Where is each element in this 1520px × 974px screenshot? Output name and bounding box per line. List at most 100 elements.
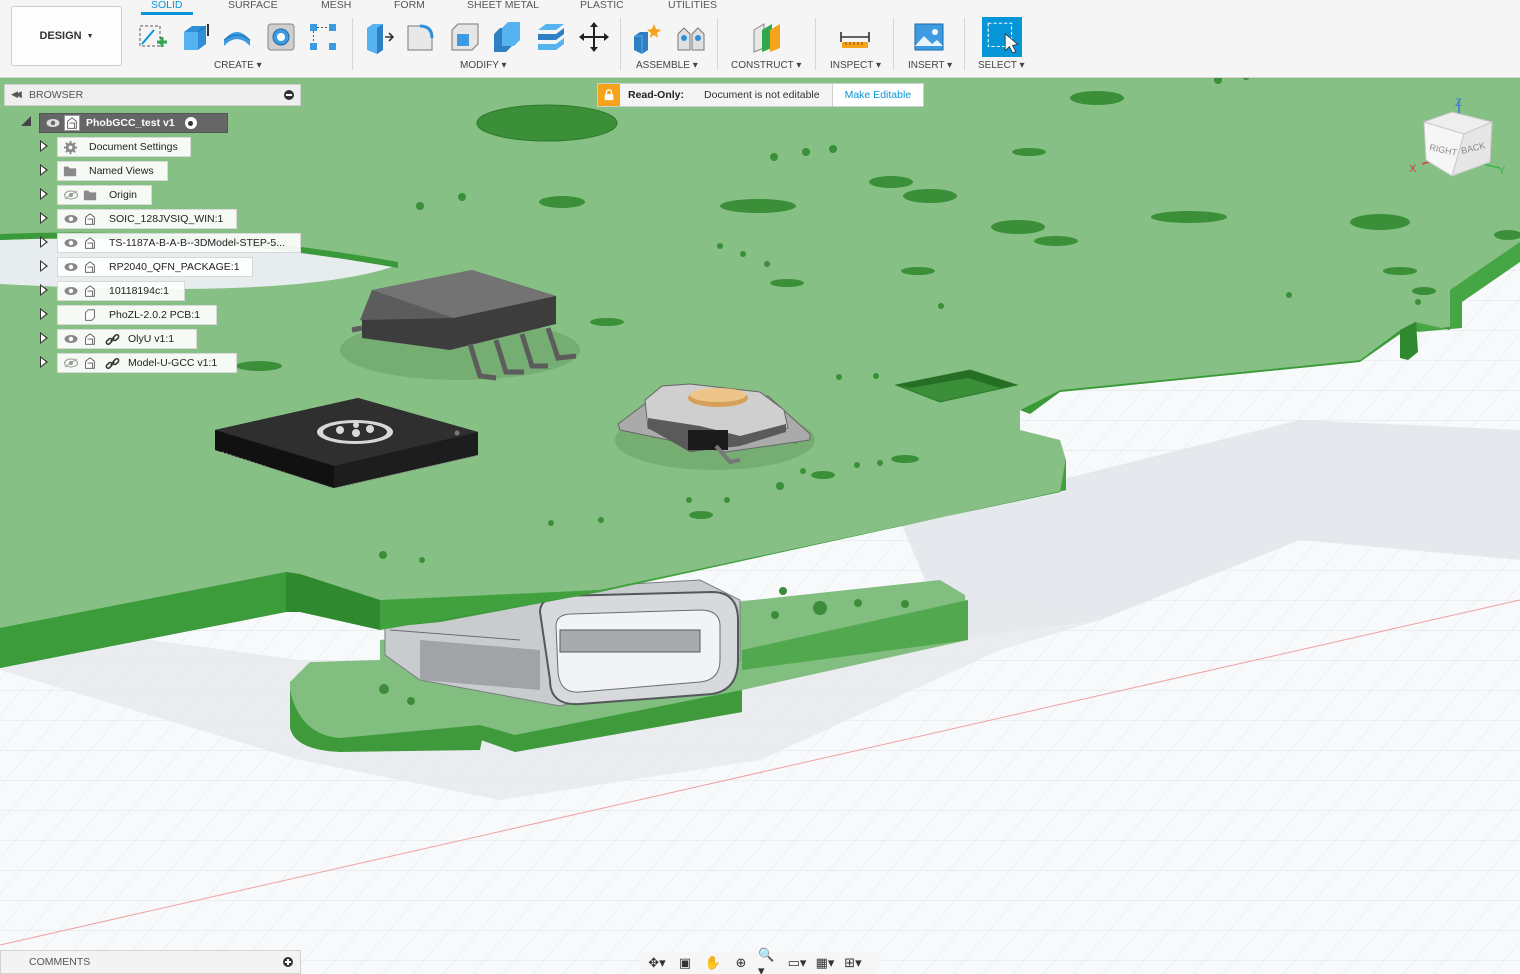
view-cube[interactable]: RIGHT BACK Z X Y — [1402, 92, 1512, 187]
expander-icon[interactable] — [40, 236, 48, 248]
display-settings-icon[interactable]: ▭▾ — [786, 954, 808, 972]
expander-icon[interactable] — [40, 188, 48, 200]
lock-icon — [598, 84, 620, 106]
split-body-icon[interactable] — [534, 19, 568, 55]
orbit-icon[interactable]: ✥▾ — [646, 954, 668, 972]
visibility-eye-icon[interactable] — [64, 286, 78, 296]
raspberry-logo — [317, 420, 393, 444]
browser-item-soic[interactable]: SOIC_128JVSIQ_WIN:1 — [57, 209, 237, 229]
tab-surface[interactable]: SURFACE — [228, 0, 278, 11]
browser-panel-header[interactable]: ◀◀ BROWSER — [4, 84, 301, 106]
browser-item-named-views[interactable]: Named Views — [57, 161, 168, 181]
collapse-panel-icon[interactable]: ◀◀ — [11, 89, 22, 100]
hidden-eye-icon[interactable] — [64, 358, 78, 368]
joint-icon[interactable] — [674, 19, 708, 55]
browser-item-model-u-gcc[interactable]: Model-U-GCC v1:1 — [57, 353, 237, 373]
link-icon — [104, 355, 120, 371]
component-icon — [82, 235, 98, 251]
modify-menu[interactable]: MODIFY ▾ — [460, 60, 507, 71]
browser-item-olyu[interactable]: OlyU v1:1 — [57, 329, 197, 349]
navigation-bar: ✥▾ ▣ ✋ ⊕ 🔍▾ ▭▾ ▦▾ ⊞▾ — [640, 947, 878, 974]
component-icon — [82, 211, 98, 227]
create-menu[interactable]: CREATE ▾ — [214, 60, 262, 71]
activate-component-icon[interactable] — [184, 117, 197, 129]
expander-icon[interactable] — [40, 164, 48, 176]
fillet-icon[interactable] — [404, 19, 438, 55]
expander-icon[interactable] — [40, 308, 48, 320]
construct-menu[interactable]: CONSTRUCT ▾ — [731, 60, 801, 71]
gear-icon — [62, 139, 78, 155]
link-icon — [104, 331, 120, 347]
add-comment-icon[interactable] — [283, 957, 293, 967]
expander-icon[interactable] — [40, 284, 48, 296]
look-at-icon[interactable]: ▣ — [674, 954, 696, 972]
browser-item-phozl-pcb[interactable]: PhoZL-2.0.2 PCB:1 — [57, 305, 217, 325]
browser-item-10118194c[interactable]: 10118194c:1 — [57, 281, 185, 301]
combine-icon[interactable] — [490, 19, 524, 55]
tab-utilities[interactable]: UTILITIES — [668, 0, 717, 11]
visibility-eye-icon[interactable] — [64, 334, 78, 344]
browser-item-origin[interactable]: Origin — [57, 185, 152, 205]
press-pull-icon[interactable] — [361, 19, 395, 55]
comments-panel[interactable]: COMMENTS — [0, 950, 301, 974]
assemble-menu[interactable]: ASSEMBLE ▾ — [636, 60, 698, 71]
grid-settings-icon[interactable]: ▦▾ — [814, 954, 836, 972]
insert-image-icon[interactable] — [912, 19, 946, 55]
select-icon[interactable] — [982, 17, 1022, 57]
measure-icon[interactable] — [838, 19, 872, 55]
component-icon — [64, 115, 80, 131]
folder-icon — [62, 163, 78, 179]
offset-plane-icon[interactable] — [750, 19, 784, 55]
browser-item-document-settings[interactable]: Document Settings — [57, 137, 191, 157]
tab-solid[interactable]: SOLID — [141, 0, 192, 15]
revolve-icon[interactable] — [220, 19, 254, 55]
hidden-eye-icon[interactable] — [64, 190, 78, 200]
zoom-icon[interactable]: ⊕ — [730, 954, 752, 972]
axis-y-label: Y — [1498, 165, 1506, 177]
move-icon[interactable] — [577, 19, 611, 55]
folder-icon — [82, 187, 98, 203]
expander-icon[interactable] — [40, 260, 48, 272]
component-icon — [82, 259, 98, 275]
create-sketch-icon[interactable] — [136, 19, 170, 55]
new-component-icon[interactable] — [630, 19, 664, 55]
expander-icon[interactable] — [40, 212, 48, 224]
body-icon — [82, 307, 98, 323]
readonly-banner: Read-Only: Document is not editable Make… — [597, 83, 925, 107]
browser-item-ts-1187a[interactable]: TS-1187A-B-A-B--3DModel-STEP-5... — [57, 233, 301, 253]
pattern-icon[interactable] — [306, 19, 340, 55]
visibility-eye-icon[interactable] — [64, 238, 78, 248]
browser-root-node[interactable]: PhobGCC_test v1 — [39, 113, 228, 133]
axis-z-label: Z — [1455, 97, 1462, 109]
visibility-eye-icon[interactable] — [64, 262, 78, 272]
component-icon — [82, 283, 98, 299]
expander-icon[interactable] — [40, 332, 48, 344]
hole-icon[interactable] — [264, 19, 298, 55]
fit-icon[interactable]: 🔍▾ — [758, 947, 780, 974]
tab-form[interactable]: FORM — [394, 0, 425, 11]
tab-plastic[interactable]: PLASTIC — [580, 0, 624, 11]
select-menu[interactable]: SELECT ▾ — [978, 60, 1025, 71]
viewports-icon[interactable]: ⊞▾ — [842, 954, 864, 972]
visibility-eye-icon[interactable] — [64, 214, 78, 224]
insert-menu[interactable]: INSERT ▾ — [908, 60, 952, 71]
pin-panel-icon[interactable] — [284, 90, 294, 100]
component-icon — [82, 331, 98, 347]
expander-icon[interactable] — [40, 140, 48, 152]
pan-icon[interactable]: ✋ — [702, 954, 724, 972]
browser-item-rp2040[interactable]: RP2040_QFN_PACKAGE:1 — [57, 257, 253, 277]
toolbar: DESIGN ▼ SOLID SURFACE MESH FORM SHEET M… — [0, 0, 1520, 78]
shell-icon[interactable] — [448, 19, 482, 55]
extrude-icon[interactable] — [178, 19, 212, 55]
component-icon — [82, 355, 98, 371]
axis-x-label: X — [1409, 163, 1417, 175]
tab-sheet-metal[interactable]: SHEET METAL — [467, 0, 539, 11]
workspace-switcher[interactable]: DESIGN ▼ — [11, 6, 122, 66]
visibility-eye-icon[interactable] — [46, 118, 60, 128]
root-expander-icon[interactable] — [21, 116, 31, 126]
inspect-menu[interactable]: INSPECT ▾ — [830, 60, 881, 71]
make-editable-link[interactable]: Make Editable — [831, 84, 924, 106]
expander-icon[interactable] — [40, 356, 48, 368]
caret-down-icon: ▼ — [86, 32, 94, 40]
tab-mesh[interactable]: MESH — [321, 0, 351, 11]
